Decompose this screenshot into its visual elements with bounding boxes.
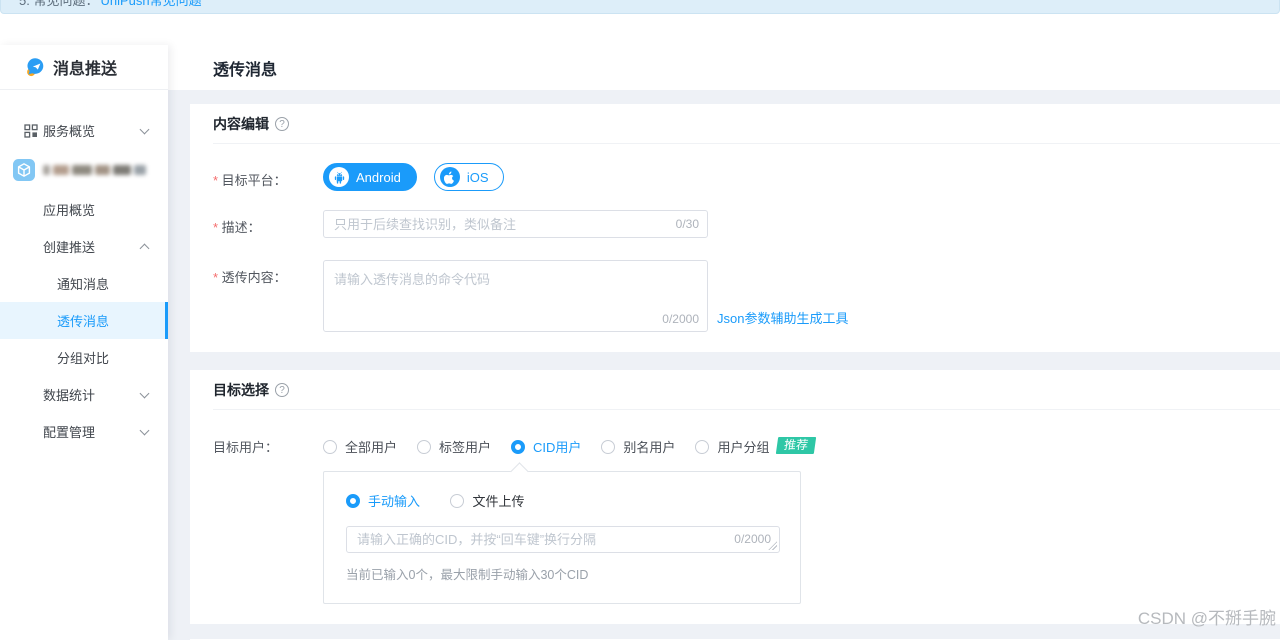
radio-circle-icon [323, 439, 337, 454]
sidebar-header: 消息推送 [0, 45, 168, 90]
sidebar-item-label: 服务概览 [43, 124, 96, 139]
android-platform-button[interactable]: Android [323, 163, 417, 191]
android-label: Android [356, 169, 401, 185]
radio-label: 手动输入 [368, 494, 421, 509]
apple-icon [439, 167, 460, 187]
page-header: 透传消息 [168, 45, 1280, 90]
main-content: 透传消息 内容编辑 ? 目标平台： [168, 45, 1280, 640]
radio-label: 别名用户 [623, 440, 676, 455]
notice-link[interactable]: UniPush常见问题 [100, 0, 201, 9]
app-cube-icon [13, 159, 35, 181]
cid-counter: 0/2000 [730, 532, 771, 546]
page-body: 内容编辑 ? 目标平台： [168, 90, 1280, 640]
sidebar-item-label: 分组对比 [57, 351, 110, 366]
payload-counter: 0/2000 [658, 312, 699, 326]
payload-label: 透传内容： [213, 260, 323, 286]
radio-all-users[interactable]: 全部用户 [323, 434, 397, 456]
sidebar-item-data-statistics[interactable]: 数据统计 [0, 376, 168, 413]
sidebar-item-label: 创建推送 [43, 240, 96, 255]
chevron-up-icon [139, 243, 150, 254]
app-name-redacted [43, 165, 146, 175]
cid-hint: 当前已输入0个，最大限制手动输入30个CID [346, 567, 589, 582]
app-frame: 消息推送 服务概览 应用概览 创建推送 通知消息 透传消息 分组对比 数据统计 … [0, 45, 1280, 640]
json-tool-link[interactable]: Json参数辅助生成工具 [717, 308, 848, 327]
payload-textarea-box: 0/2000 [323, 260, 708, 332]
recommend-badge: 推荐 [776, 437, 817, 454]
radio-label: 用户分组 [717, 440, 770, 455]
target-user-label: 目标用户： [213, 440, 279, 455]
notice-bar: 5. 常见问题： UniPush常见问题 [0, 0, 1280, 14]
radio-tag-users[interactable]: 标签用户 [417, 434, 491, 456]
help-icon[interactable]: ? [275, 117, 289, 131]
radio-cid-users[interactable]: CID用户 [511, 434, 581, 456]
payload-row: 透传内容： 0/2000 Json参数辅助生成工具 [213, 260, 1280, 332]
radio-alias-users[interactable]: 别名用户 [601, 434, 675, 456]
section-title: 内容编辑 [213, 116, 269, 132]
target-select-heading: 目标选择 ? [213, 370, 1280, 410]
radio-label: 全部用户 [345, 440, 398, 455]
radio-label: 文件上传 [472, 494, 525, 509]
radio-circle-icon [450, 493, 465, 508]
target-select-card: 目标选择 ? 目标用户： 全部用户 标签用户 CID用户 别名用户 用户分组 推… [190, 370, 1280, 624]
sidebar-item-label: 通知消息 [57, 277, 110, 292]
description-row: 描述： 0/30 [213, 210, 1280, 238]
chevron-down-icon [139, 124, 150, 134]
radio-selected-icon [511, 439, 526, 454]
page-title: 透传消息 [213, 61, 278, 79]
resize-grip-icon[interactable] [768, 540, 777, 550]
radio-circle-icon [695, 439, 710, 454]
radio-manual-input[interactable]: 手动输入 [346, 491, 420, 510]
description-counter: 0/30 [671, 217, 699, 231]
platform-label: 目标平台： [213, 163, 323, 189]
sidebar-item-label: 数据统计 [43, 388, 96, 403]
sidebar-title: 消息推送 [53, 61, 118, 78]
radio-label: CID用户 [533, 440, 582, 455]
radio-user-group[interactable]: 用户分组 [695, 434, 769, 456]
sidebar-item-label: 配置管理 [43, 425, 96, 440]
sidebar-item-label: 应用概览 [43, 203, 96, 218]
sidebar-item-group-compare[interactable]: 分组对比 [0, 339, 168, 376]
cid-input-popover: 手动输入 文件上传 0/2000 当前已输入0个，最大限制手动输入30个CID [323, 471, 801, 604]
sidebar-item-notification-message[interactable]: 通知消息 [0, 265, 168, 302]
grid-icon [24, 123, 38, 138]
chevron-down-icon [139, 388, 150, 398]
chevron-down-icon [139, 425, 150, 435]
ios-platform-button[interactable]: iOS [433, 163, 505, 191]
radio-selected-icon [346, 493, 360, 508]
cid-mode-row: 手动输入 文件上传 [346, 491, 778, 513]
content-edit-card: 内容编辑 ? 目标平台： [190, 104, 1280, 352]
content-edit-heading: 内容编辑 ? [213, 104, 1280, 144]
sidebar-item-create-push[interactable]: 创建推送 [0, 228, 168, 265]
description-label: 描述： [213, 210, 323, 236]
description-input-box: 0/30 [323, 210, 708, 238]
sidebar-item-label: 透传消息 [57, 314, 110, 329]
ios-label: iOS [466, 169, 489, 185]
sidebar-item-app-overview[interactable]: 应用概览 [0, 191, 168, 228]
radio-label: 标签用户 [439, 440, 492, 455]
push-logo-icon [26, 57, 46, 77]
sidebar-item-service-overview[interactable]: 服务概览 [0, 112, 168, 149]
platform-row: 目标平台： Android [213, 163, 1280, 191]
cid-input[interactable] [347, 526, 779, 552]
target-user-row: 目标用户： 全部用户 标签用户 CID用户 别名用户 用户分组 推荐 [213, 434, 1280, 456]
radio-file-upload[interactable]: 文件上传 [450, 491, 524, 510]
sidebar: 消息推送 服务概览 应用概览 创建推送 通知消息 透传消息 分组对比 数据统计 … [0, 45, 168, 640]
sidebar-item-passthrough-message[interactable]: 透传消息 [0, 302, 168, 339]
sidebar-item-config-management[interactable]: 配置管理 [0, 413, 168, 450]
android-icon [329, 167, 349, 187]
sidebar-menu: 服务概览 应用概览 创建推送 通知消息 透传消息 分组对比 数据统计 配置管理 [0, 90, 168, 450]
help-icon[interactable]: ? [275, 383, 289, 397]
sidebar-item-current-app[interactable] [0, 149, 168, 191]
notice-text: 5. 常见问题： [19, 0, 99, 8]
section-title: 目标选择 [213, 382, 269, 398]
cid-input-box: 0/2000 [346, 525, 780, 553]
description-input[interactable] [324, 211, 707, 237]
payload-textarea[interactable] [324, 261, 707, 331]
radio-circle-icon [601, 439, 616, 454]
watermark: CSDN @不掰手腕 [1137, 609, 1276, 628]
radio-circle-icon [417, 439, 432, 454]
